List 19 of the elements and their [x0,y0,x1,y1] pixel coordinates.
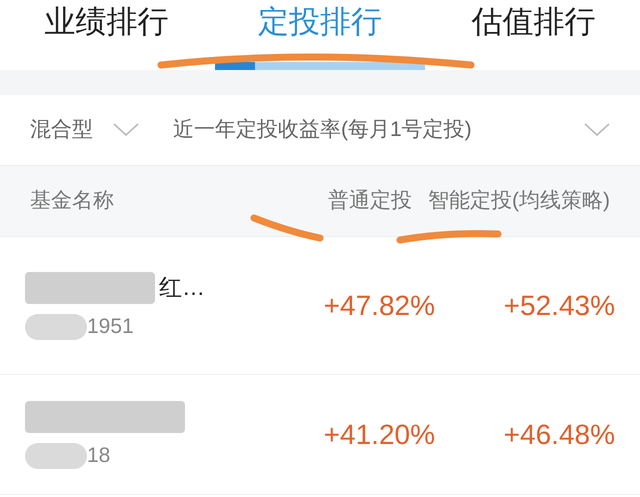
regular-return: +47.82% [322,288,436,322]
fund-code: 1951 [87,314,134,340]
column-header: 基金名称 [30,188,115,214]
column-header: 普通定投 [328,188,412,214]
chevron-down-icon [113,123,139,137]
fund-code: 18 [87,442,110,469]
filter-dropdown[interactable]: 近一年定投收益率(每月1号定投) [173,114,610,146]
tab[interactable]: 业绩排行 [44,0,169,44]
tab[interactable]: 估值排行 [471,0,596,44]
tab[interactable]: 定投排行 [258,0,382,44]
smart-return: +46.48% [504,418,615,452]
smart-return: +52.43% [504,288,615,322]
blurred-text-drawing [25,442,87,468]
chevron-down-icon [584,123,610,137]
blurred-text-drawing [25,314,87,340]
regular-return: +41.20% [322,418,436,452]
fund-name: 红… [159,273,205,302]
filter-dropdown[interactable]: 混合型 [30,114,139,146]
column-header: 智能定投(均线策略) [428,188,610,214]
